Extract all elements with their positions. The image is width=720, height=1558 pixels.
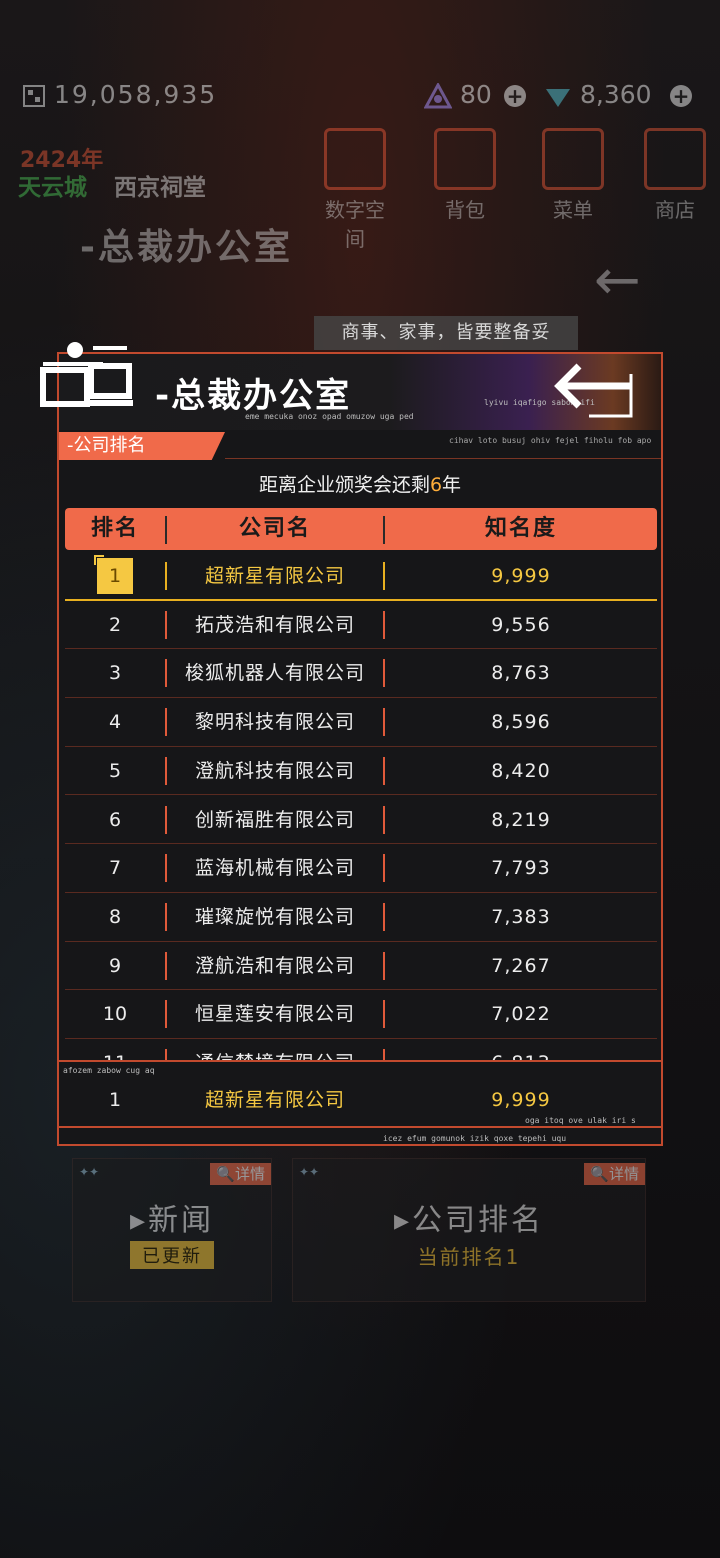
office-logo-icon bbox=[40, 342, 133, 407]
divider bbox=[225, 458, 661, 459]
reputation-score: 9,556 bbox=[491, 613, 551, 636]
my-rank: 1 bbox=[108, 1089, 122, 1111]
company-name: 恒星莲安有限公司 bbox=[194, 1003, 355, 1026]
news-updated-badge: 已更新 bbox=[130, 1241, 214, 1269]
reputation-score: 6,813 bbox=[385, 1039, 657, 1060]
layers-icon bbox=[324, 128, 386, 190]
reputation-score: 7,022 bbox=[491, 1003, 551, 1026]
rank-number: 4 bbox=[108, 711, 122, 734]
table-row[interactable]: 10 恒星莲安有限公司 7,022 bbox=[65, 990, 657, 1039]
rank-number: 2 bbox=[108, 613, 122, 636]
nav-shop[interactable]: 商店 bbox=[640, 128, 710, 222]
company-name: 蓝海机械有限公司 bbox=[194, 857, 355, 880]
company-name: 黎明科技有限公司 bbox=[194, 711, 355, 734]
table-header: 排名 公司名 知名度 bbox=[65, 508, 657, 550]
reputation-score: 7,267 bbox=[491, 954, 551, 977]
reputation-score: 8,763 bbox=[491, 662, 551, 685]
rank-number: 8 bbox=[108, 905, 122, 928]
ranking-card-title: ▸公司排名 bbox=[393, 1203, 545, 1238]
add-gem1-button[interactable]: + bbox=[504, 85, 526, 107]
reputation-score: 7,793 bbox=[491, 857, 551, 880]
reputation-score: 8,596 bbox=[491, 711, 551, 734]
bag-icon bbox=[434, 128, 496, 190]
rank-number: 6 bbox=[108, 808, 122, 831]
currency-bar: 19,058,935 80 + 8,360 + bbox=[0, 76, 720, 116]
panel-subtitle: eme mecuka onoz opad omuzow uga ped bbox=[245, 412, 414, 421]
panel-title: -总裁办公室 bbox=[155, 376, 352, 416]
tag-subtitle: cihav loto busuj ohiv fejel fiholu fob a… bbox=[449, 436, 652, 445]
company-name: 拓茂浩和有限公司 bbox=[194, 613, 355, 636]
header-rank: 排名 bbox=[90, 516, 139, 541]
sparkle-icon: ✦✦ bbox=[79, 1165, 100, 1179]
table-row[interactable]: 4 黎明科技有限公司 8,596 bbox=[65, 698, 657, 747]
place-label: 西京祠堂 bbox=[114, 175, 206, 201]
city-label: 天云城 bbox=[18, 175, 87, 201]
menu-icon bbox=[542, 128, 604, 190]
money-amount: 19,058,935 bbox=[54, 80, 218, 109]
company-name: 超新星有限公司 bbox=[204, 565, 345, 587]
table-row[interactable]: 6 创新福胜有限公司 8,219 bbox=[65, 796, 657, 845]
reputation-score: 9,999 bbox=[491, 565, 551, 587]
my-row-subtitle-right: oga itoq ove ulak iri s bbox=[525, 1116, 636, 1125]
company-name: 创新福胜有限公司 bbox=[194, 808, 355, 831]
ranking-list[interactable]: 1 超新星有限公司 9,999 2 拓茂浩和有限公司 9,556 3 梭狐机器人… bbox=[65, 552, 657, 1060]
ranking-panel: -总裁办公室 eme mecuka onoz opad omuzow uga p… bbox=[40, 342, 663, 1146]
reputation-score: 8,219 bbox=[491, 808, 551, 831]
my-row-subtitle: afozem zabow cug aq bbox=[63, 1066, 155, 1075]
table-row[interactable]: 9 澄航浩和有限公司 7,267 bbox=[65, 942, 657, 991]
panel-footer-text: icez efum gomunok izik qoxe tepehi uqu bbox=[383, 1134, 567, 1143]
rank-number: 11 bbox=[65, 1039, 165, 1060]
back-button[interactable] bbox=[549, 360, 639, 420]
slogan-banner: 商事、家事，皆要整备妥 bbox=[314, 316, 578, 350]
gem2-amount: 8,360 bbox=[580, 80, 652, 109]
background-back-icon: ← bbox=[594, 248, 641, 313]
header-name: 公司名 bbox=[238, 516, 311, 541]
panel-header: -总裁办公室 eme mecuka onoz opad omuzow uga p… bbox=[40, 342, 661, 430]
rank-badge: 1 bbox=[94, 555, 133, 594]
nav-bag[interactable]: 背包 bbox=[430, 128, 500, 222]
rank-number: 3 bbox=[108, 662, 122, 685]
company-name: 澄航科技有限公司 bbox=[194, 759, 355, 782]
reputation-score: 7,383 bbox=[491, 905, 551, 928]
bottom-cards: ✦✦ 🔍详情 ▸新闻 已更新 ✦✦ 🔍详情 ▸公司排名 当前排名1 bbox=[58, 1158, 662, 1318]
table-row[interactable]: 11 通信楚境有限公司 6,813 bbox=[65, 1039, 657, 1060]
company-name: 澄航浩和有限公司 bbox=[194, 954, 355, 977]
triangle-gem-icon bbox=[424, 83, 452, 109]
ranking-detail-button[interactable]: 🔍详情 bbox=[584, 1163, 645, 1185]
rank-number: 5 bbox=[108, 759, 122, 782]
table-row[interactable]: 5 澄航科技有限公司 8,420 bbox=[65, 747, 657, 796]
nav-digital-space[interactable]: 数字空间 bbox=[320, 128, 390, 251]
table-row[interactable]: 7 蓝海机械有限公司 7,793 bbox=[65, 844, 657, 893]
diamond-icon bbox=[546, 89, 570, 107]
money-icon bbox=[23, 85, 45, 107]
news-title: ▸新闻 bbox=[129, 1203, 215, 1238]
nav-menu[interactable]: 菜单 bbox=[538, 128, 608, 222]
company-name: 璀璨旋悦有限公司 bbox=[194, 905, 355, 928]
rank-number: 7 bbox=[108, 857, 122, 880]
my-company-name: 超新星有限公司 bbox=[204, 1089, 345, 1111]
gem1-amount: 80 bbox=[460, 80, 492, 109]
reputation-score: 8,420 bbox=[491, 759, 551, 782]
company-name: 梭狐机器人有限公司 bbox=[184, 662, 365, 685]
sparkle-icon: ✦✦ bbox=[299, 1165, 320, 1179]
my-company-row: afozem zabow cug aq 1 超新星有限公司 9,999 oga … bbox=[59, 1060, 661, 1128]
news-card[interactable]: ✦✦ 🔍详情 ▸新闻 已更新 bbox=[72, 1158, 272, 1302]
current-rank-label: 当前排名1 bbox=[417, 1245, 521, 1269]
award-countdown: 距离企业颁奖会还剩6年 bbox=[258, 474, 462, 496]
news-detail-button[interactable]: 🔍详情 bbox=[210, 1163, 271, 1185]
rank-number: 9 bbox=[108, 954, 122, 977]
header-score: 知名度 bbox=[484, 516, 557, 541]
ranking-card[interactable]: ✦✦ 🔍详情 ▸公司排名 当前排名1 bbox=[292, 1158, 646, 1302]
table-row[interactable]: 2 拓茂浩和有限公司 9,556 bbox=[65, 601, 657, 650]
add-gem2-button[interactable]: + bbox=[670, 85, 692, 107]
background-title: -总裁办公室 bbox=[80, 227, 293, 268]
cart-icon bbox=[644, 128, 706, 190]
table-row[interactable]: 3 梭狐机器人有限公司 8,763 bbox=[65, 649, 657, 699]
table-row[interactable]: 8 璀璨旋悦有限公司 7,383 bbox=[65, 893, 657, 942]
company-name: 通信楚境有限公司 bbox=[169, 1039, 381, 1060]
table-row[interactable]: 1 超新星有限公司 9,999 bbox=[65, 552, 657, 601]
ranking-tab-label: -公司排名 bbox=[59, 432, 225, 460]
rank-number: 10 bbox=[102, 1003, 128, 1026]
